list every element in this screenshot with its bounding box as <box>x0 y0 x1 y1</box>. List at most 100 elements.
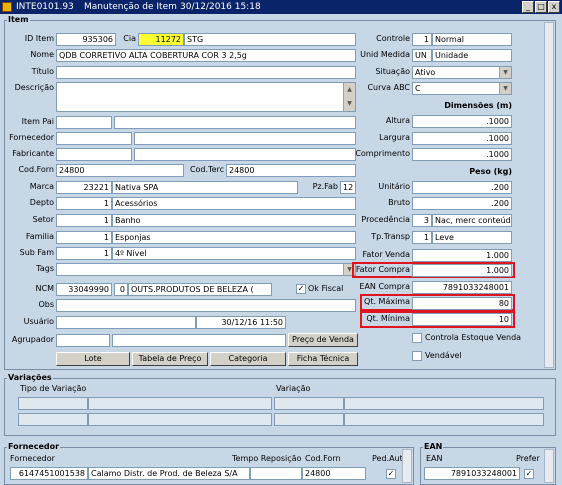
agrupador-field[interactable] <box>56 334 110 347</box>
controla-estoque-checkbox[interactable] <box>412 333 422 343</box>
cia-label: Cia <box>123 34 136 43</box>
cod-terc-field[interactable]: 24800 <box>226 164 356 177</box>
comprimento-field[interactable]: .1000 <box>412 148 512 161</box>
fornecedor-scrollbar[interactable] <box>402 449 412 483</box>
ean-compra-label: EAN Compra <box>359 282 410 291</box>
familia-code-field[interactable]: 1 <box>56 231 112 244</box>
ok-fiscal-checkbox[interactable]: ✓ <box>296 284 306 294</box>
ncm-desc-field[interactable]: OUTS.PRODUTOS DE BELEZA ( <box>128 283 272 296</box>
unid-medida-desc-field[interactable]: Unidade <box>432 49 512 62</box>
tp-transp-desc-field[interactable]: Leve <box>432 231 512 244</box>
ncm-field[interactable]: 33049990 <box>56 283 112 296</box>
marca-desc-field[interactable]: Nativa SPA <box>112 181 298 194</box>
item-pai-desc-field[interactable] <box>114 116 356 129</box>
controle-code-field[interactable]: 1 <box>412 33 432 46</box>
app-icon <box>2 2 12 12</box>
procedencia-code-field[interactable]: 3 <box>412 214 432 227</box>
situacao-dropdown-icon[interactable]: ▼ <box>499 67 511 78</box>
marca-code-field[interactable]: 23221 <box>56 181 112 194</box>
variacao-row1-cell1[interactable] <box>18 397 88 410</box>
ean-col-header: EAN <box>426 454 443 463</box>
bruto-field[interactable]: .200 <box>412 197 512 210</box>
qt-maxima-label: Qt. Máxima <box>364 297 410 306</box>
variacao-row1-cell2[interactable] <box>88 397 272 410</box>
variacao-row2-cell1[interactable] <box>18 413 88 426</box>
nome-field[interactable]: QDB CORRETIVO ALTA COBERTURA COR 3 2,5g <box>56 49 356 62</box>
qt-maxima-field[interactable]: 80 <box>412 297 512 310</box>
controle-desc-field[interactable]: Normal <box>432 33 512 46</box>
titulo-field[interactable] <box>56 66 356 79</box>
unitario-label: Unitário <box>378 182 410 191</box>
tp-transp-label: Tp.Transp <box>371 232 410 241</box>
ean-value-cell[interactable]: 7891033248001 <box>424 467 520 480</box>
tp-transp-code-field[interactable]: 1 <box>412 231 432 244</box>
setor-code-field[interactable]: 1 <box>56 214 112 227</box>
setor-desc-field[interactable]: Banho <box>112 214 356 227</box>
unid-medida-code-field[interactable]: UN <box>412 49 432 62</box>
cod-forn-field[interactable]: 24800 <box>56 164 184 177</box>
fornecedor-codforn-cell[interactable]: 24800 <box>302 467 366 480</box>
agrupador-desc-field[interactable] <box>112 334 286 347</box>
tags-field[interactable]: ▼ <box>56 263 356 276</box>
cia-desc-field[interactable]: STG <box>184 33 356 46</box>
variacao-row2-cell3[interactable] <box>274 413 344 426</box>
ean-compra-field[interactable]: 7891033248001 <box>412 281 512 294</box>
scroll-up-icon[interactable]: ▲ <box>343 83 355 97</box>
qt-minima-label: Qt. Mínima <box>366 314 410 323</box>
familia-desc-field[interactable]: Esponjas <box>112 231 356 244</box>
item-scrollbar[interactable] <box>544 22 554 368</box>
scroll-down-icon[interactable]: ▼ <box>343 97 355 111</box>
ficha-tecnica-button[interactable]: Ficha Técnica <box>288 352 358 366</box>
depto-desc-field[interactable]: Acessórios <box>112 197 356 210</box>
item-pai-label: Item Pai <box>21 117 54 126</box>
item-pai-field[interactable] <box>56 116 112 129</box>
fornecedor-desc-field[interactable] <box>134 132 356 145</box>
ok-fiscal-label: Ok Fiscal <box>308 284 344 293</box>
curva-abc-value: C <box>415 84 421 93</box>
sub-fam-desc-field[interactable]: 4º Nível <box>112 247 356 260</box>
sub-fam-code-field[interactable]: 1 <box>56 247 112 260</box>
prefer-checkbox[interactable]: ✓ <box>524 469 534 479</box>
fornecedor-field[interactable] <box>56 132 132 145</box>
id-item-field[interactable]: 935306 <box>56 33 116 46</box>
vendavel-checkbox[interactable] <box>412 351 422 361</box>
curva-abc-dropdown-icon[interactable]: ▼ <box>499 83 511 94</box>
minimize-button[interactable]: _ <box>522 1 534 13</box>
altura-field[interactable]: .1000 <box>412 115 512 128</box>
ncm-code-field[interactable]: 0 <box>114 283 128 296</box>
largura-field[interactable]: .1000 <box>412 132 512 145</box>
qt-minima-field[interactable]: 10 <box>412 313 512 326</box>
usuario-field[interactable] <box>56 316 196 329</box>
categoria-button[interactable]: Categoria <box>210 352 286 366</box>
fabricante-desc-field[interactable] <box>134 148 356 161</box>
depto-code-field[interactable]: 1 <box>56 197 112 210</box>
procedencia-desc-field[interactable]: Nac, merc conteúdo <box>432 214 512 227</box>
controla-estoque-label: Controla Estoque Venda <box>425 333 522 342</box>
descricao-field[interactable]: ▲ ▼ <box>56 82 356 112</box>
fornecedor-name-cell[interactable]: Calamo Distr. de Prod. de Beleza S/A <box>88 467 250 480</box>
close-button[interactable]: x <box>548 1 560 13</box>
ean-scrollbar[interactable] <box>544 449 554 483</box>
agrupador-label: Agrupador <box>11 335 54 344</box>
variacao-row2-cell2[interactable] <box>88 413 272 426</box>
variacao-row1-cell4[interactable] <box>344 397 544 410</box>
curva-abc-select[interactable]: C ▼ <box>412 82 512 95</box>
marca-label: Marca <box>29 182 54 191</box>
fator-compra-field[interactable]: 1.000 <box>412 264 512 277</box>
situacao-select[interactable]: Ativo ▼ <box>412 66 512 79</box>
obs-field[interactable] <box>56 299 356 312</box>
fabricante-field[interactable] <box>56 148 132 161</box>
unitario-field[interactable]: .200 <box>412 181 512 194</box>
ped-auto-checkbox[interactable]: ✓ <box>386 469 396 479</box>
usuario-date-field[interactable]: 30/12/16 11:50 <box>196 316 286 329</box>
fornecedor-cnpj-cell[interactable]: 6147451001538 <box>10 467 88 480</box>
lote-button[interactable]: Lote <box>56 352 130 366</box>
fornecedor-tempo-cell[interactable] <box>250 467 302 480</box>
fator-venda-field[interactable]: 1.000 <box>412 249 512 262</box>
tabela-preco-button[interactable]: Tabela de Preço <box>132 352 208 366</box>
cia-field[interactable]: 11272 <box>138 33 184 46</box>
variacao-row1-cell3[interactable] <box>274 397 344 410</box>
preco-venda-button[interactable]: Preço de Venda <box>288 333 358 347</box>
maximize-button[interactable]: □ <box>535 1 547 13</box>
variacao-row2-cell4[interactable] <box>344 413 544 426</box>
